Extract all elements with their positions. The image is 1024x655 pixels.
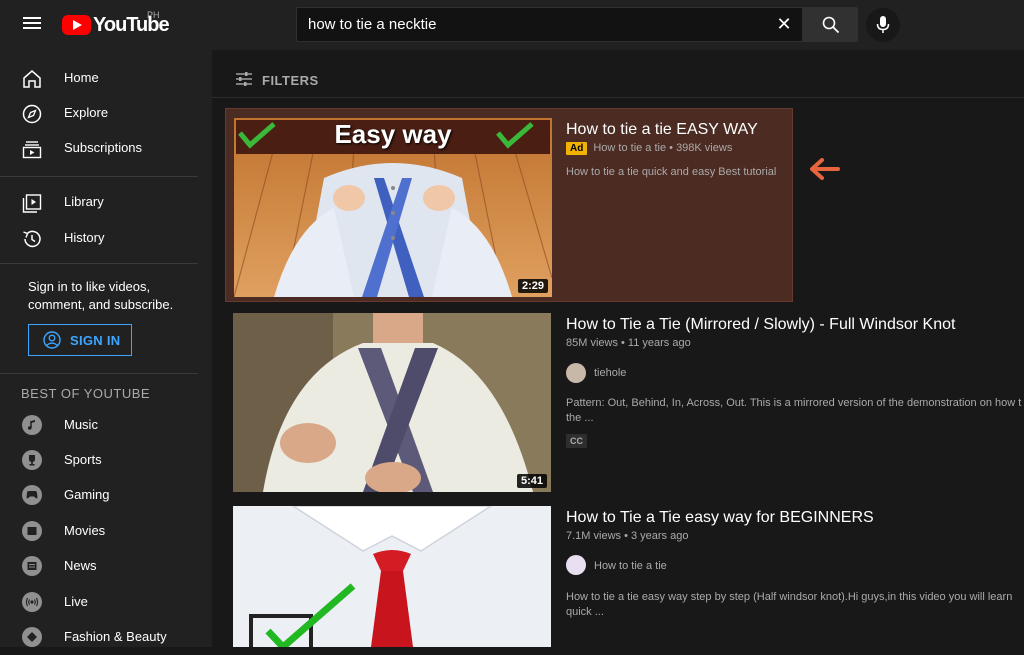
video-description-continued: quick ... <box>566 606 604 618</box>
search-icon <box>822 16 840 34</box>
account-icon <box>43 331 61 349</box>
youtube-play-icon <box>62 15 91 35</box>
section-title: BEST OF YOUTUBE <box>21 386 151 401</box>
channel-avatar[interactable] <box>566 555 586 575</box>
live-icon <box>22 592 42 612</box>
sidebar-item-library[interactable]: Library <box>0 184 212 220</box>
sidebar: Home Explore Subscriptions Library Histo… <box>0 50 212 647</box>
video-title[interactable]: How to Tie a Tie (Mirrored / Slowly) - F… <box>566 316 955 334</box>
signin-prompt: Sign in to like videos, comment, and sub… <box>28 279 174 312</box>
channel-name[interactable]: How to tie a tie <box>594 560 667 572</box>
sidebar-divider <box>0 176 198 177</box>
history-icon <box>23 230 41 248</box>
microphone-icon <box>876 16 890 33</box>
sidebar-item-label: Home <box>64 70 99 85</box>
sidebar-item-label: Fashion & Beauty <box>64 629 167 644</box>
video-thumbnail-image <box>233 506 551 647</box>
channel-name[interactable]: tiehole <box>594 367 626 379</box>
sidebar-item-home[interactable]: Home <box>0 60 212 96</box>
video-description-continued: the ... <box>566 412 594 424</box>
news-icon <box>22 556 42 576</box>
search-input[interactable]: how to tie a necktie ✕ <box>296 7 803 42</box>
sidebar-item-label: Movies <box>64 523 106 538</box>
clear-icon[interactable]: ✕ <box>774 14 794 34</box>
sign-in-button[interactable]: SIGN IN <box>28 324 132 356</box>
search-results: FILTERS Easy way 2:29 How to tie a tie E… <box>212 50 1024 647</box>
sidebar-item-music[interactable]: Music <box>0 407 212 443</box>
sidebar-item-label: Gaming <box>64 487 110 502</box>
movies-icon <box>22 521 42 541</box>
filter-sliders-icon <box>236 72 252 86</box>
trophy-icon <box>22 450 42 470</box>
ad-thumbnail-banner-text: Easy way <box>334 119 452 149</box>
filters-button[interactable]: FILTERS <box>235 70 318 88</box>
sidebar-divider <box>0 373 198 374</box>
video-thumbnail[interactable]: 5:41 <box>233 313 551 492</box>
sidebar-item-gaming[interactable]: Gaming <box>0 477 212 513</box>
sidebar-item-live[interactable]: Live <box>0 584 212 620</box>
masthead: YouTube PH how to tie a necktie ✕ <box>0 0 1024 50</box>
compass-icon <box>22 104 42 124</box>
menu-icon[interactable] <box>21 14 43 34</box>
sidebar-item-label: Explore <box>64 105 109 120</box>
video-description: Pattern: Out, Behind, In, Across, Out. T… <box>566 397 1022 409</box>
video-thumbnail-image <box>233 313 551 492</box>
sidebar-item-label: Sports <box>64 452 102 467</box>
video-duration: 5:41 <box>516 474 547 488</box>
country-code: PH <box>147 10 160 20</box>
sign-in-label: SIGN IN <box>70 333 121 348</box>
sidebar-item-fashion-beauty[interactable]: Fashion & Beauty <box>0 619 212 655</box>
sidebar-item-label: Music <box>64 417 98 432</box>
gaming-icon <box>22 485 42 505</box>
sidebar-item-label: Library <box>64 194 104 209</box>
music-icon <box>22 415 42 435</box>
ad-channel-views[interactable]: How to tie a tie • 398K views <box>593 142 732 154</box>
fashion-icon <box>22 627 42 647</box>
voice-search-button[interactable] <box>866 8 900 42</box>
video-meta: 85M views • 11 years ago <box>566 337 691 349</box>
sidebar-divider <box>0 263 198 264</box>
sidebar-item-subscriptions[interactable]: Subscriptions <box>0 130 212 166</box>
sidebar-item-label: Subscriptions <box>64 140 143 155</box>
search-query[interactable]: how to tie a necktie <box>308 16 436 33</box>
library-icon <box>22 194 42 213</box>
channel-avatar[interactable] <box>566 363 586 383</box>
ad-thumbnail[interactable]: Easy way 2:29 <box>234 118 552 297</box>
sidebar-item-sports[interactable]: Sports <box>0 442 212 478</box>
sidebar-item-label: Live <box>64 594 88 609</box>
video-title[interactable]: How to Tie a Tie easy way for BEGINNERS <box>566 509 874 527</box>
ad-meta: Ad How to tie a tie • 398K views <box>566 142 732 155</box>
sidebar-item-movies[interactable]: Movies <box>0 513 212 549</box>
sidebar-item-history[interactable]: History <box>0 220 212 256</box>
ad-title[interactable]: How to tie a tie EASY WAY <box>566 121 758 139</box>
ad-badge: Ad <box>566 142 588 155</box>
filters-divider <box>212 97 1024 98</box>
sidebar-item-label: History <box>64 230 105 245</box>
cc-badge: CC <box>566 434 587 448</box>
sidebar-item-label: News <box>64 558 97 573</box>
home-icon <box>23 70 41 88</box>
sidebar-item-news[interactable]: News <box>0 548 212 584</box>
sidebar-item-explore[interactable]: Explore <box>0 95 212 131</box>
video-description: How to tie a tie easy way step by step (… <box>566 591 1013 603</box>
subscriptions-icon <box>22 141 42 159</box>
search-button[interactable] <box>802 7 858 42</box>
video-duration: 2:29 <box>517 279 548 293</box>
ad-result[interactable]: Easy way 2:29 How to tie a tie EASY WAY … <box>225 108 793 302</box>
video-meta: 7.1M views • 3 years ago <box>566 530 689 542</box>
ad-description: How to tie a tie quick and easy Best tut… <box>566 166 777 178</box>
filters-label: FILTERS <box>262 73 319 88</box>
video-thumbnail[interactable] <box>233 506 551 647</box>
arrow-left-icon <box>810 158 840 180</box>
